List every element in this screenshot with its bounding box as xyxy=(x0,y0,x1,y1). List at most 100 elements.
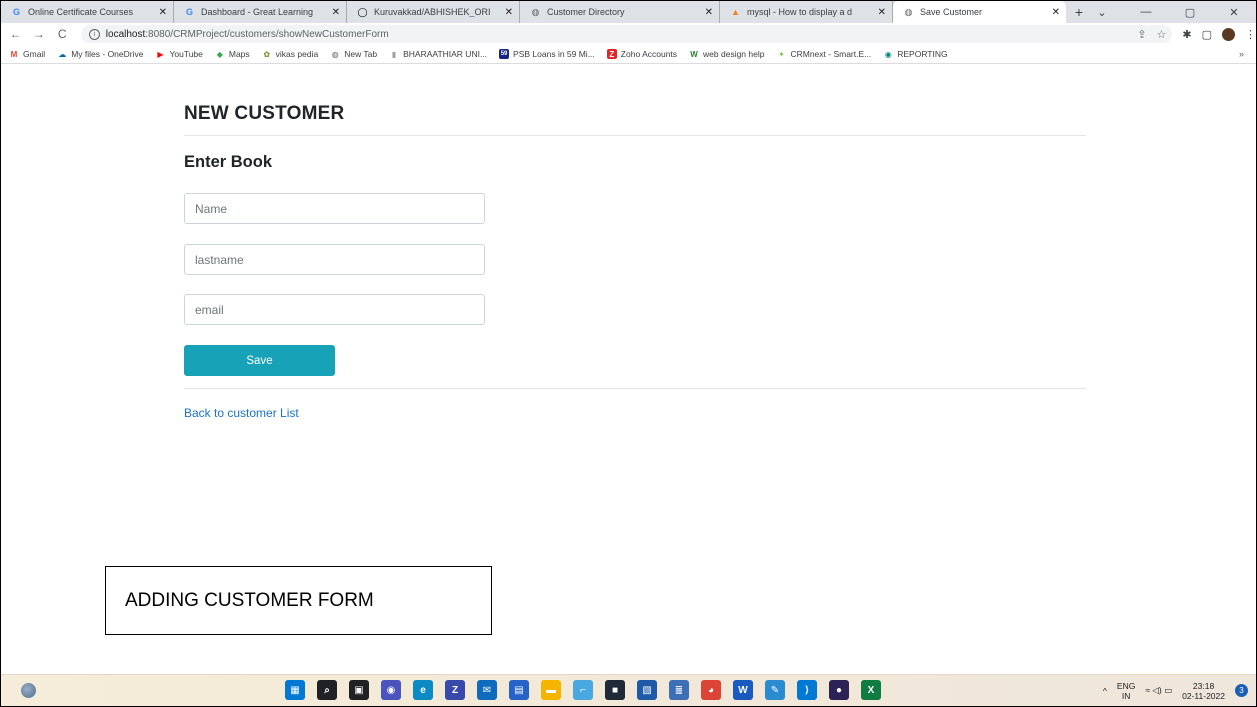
tab-title: mysql - How to display a d xyxy=(747,7,853,17)
tray-chevron-icon[interactable]: ^ xyxy=(1103,686,1107,696)
close-icon[interactable]: ✕ xyxy=(1052,7,1060,18)
tab-title: Online Certificate Courses xyxy=(28,7,134,17)
share-icon[interactable]: ⇪ xyxy=(1137,28,1146,41)
weather-widget-icon[interactable] xyxy=(21,683,36,698)
tab-title: Customer Directory xyxy=(547,7,625,17)
close-icon[interactable]: ✕ xyxy=(878,7,886,18)
tab-title: Save Customer xyxy=(920,7,983,17)
language-indicator[interactable]: ENG IN xyxy=(1117,681,1135,701)
email-input[interactable] xyxy=(184,294,485,325)
store-icon[interactable]: ▤ xyxy=(509,680,529,700)
bookmark-label: BHARAATHIAR UNI... xyxy=(403,49,488,59)
profile-avatar[interactable] xyxy=(1222,27,1236,41)
bookmark-bharaathiar[interactable]: ▮ BHARAATHIAR UNI... xyxy=(389,49,487,59)
tab-github-repo[interactable]: ◯ Kuruvakkad/ABHISHEK_ORI ✕ xyxy=(347,1,520,23)
bookmark-reporting[interactable]: ◉ REPORTING xyxy=(883,49,948,59)
bookmark-psb-loans[interactable]: 59 PSB Loans in 59 Mi... xyxy=(499,49,595,59)
chat-icon[interactable]: ◉ xyxy=(381,680,401,700)
start-icon[interactable]: ▦ xyxy=(285,680,305,700)
clock[interactable]: 23:18 02-11-2022 xyxy=(1182,681,1225,701)
bookmark-maps[interactable]: ◆ Maps xyxy=(215,49,250,59)
page-content: NEW CUSTOMER Enter Book Save Back to cus… xyxy=(1,65,1256,675)
tab-search-chevron-icon[interactable]: ⌄ xyxy=(1080,6,1124,19)
globe-icon: ◍ xyxy=(904,6,913,17)
side-panel-icon[interactable]: ▢ xyxy=(1202,28,1212,41)
tab-save-customer[interactable]: ◍ Save Customer ✕ xyxy=(893,1,1066,23)
google-icon: G xyxy=(12,7,20,17)
tab-mysql-stackoverflow[interactable]: ▲ mysql - How to display a d ✕ xyxy=(720,1,893,23)
word-icon[interactable]: W xyxy=(733,680,753,700)
bookmark-label: Zoho Accounts xyxy=(620,49,678,59)
window-controls: ⌄ — ▢ ✕ xyxy=(1080,1,1256,23)
screenshot-frame: G Online Certificate Courses ✕ G Dashboa… xyxy=(0,0,1257,707)
notification-badge[interactable]: 3 xyxy=(1235,684,1248,697)
task-view-icon[interactable]: ▣ xyxy=(349,680,369,700)
window-close-button[interactable]: ✕ xyxy=(1212,6,1256,19)
restore-button[interactable]: ▢ xyxy=(1168,6,1212,19)
edge-icon[interactable]: e xyxy=(413,680,433,700)
close-icon[interactable]: ✕ xyxy=(332,7,340,18)
tab-customer-directory[interactable]: ◍ Customer Directory ✕ xyxy=(520,1,720,23)
eclipse-icon[interactable]: ● xyxy=(829,680,849,700)
bookmark-gmail[interactable]: M Gmail xyxy=(9,49,46,59)
reload-button[interactable]: C xyxy=(54,27,71,41)
bookmark-onedrive[interactable]: ☁ My files - OneDrive xyxy=(57,49,143,59)
bookmark-label: Gmail xyxy=(23,49,46,59)
bookmark-vikas-pedia[interactable]: ✿ vikas pedia xyxy=(262,49,319,59)
paint-icon[interactable]: ✎ xyxy=(765,680,785,700)
bookmarks-bar: M Gmail ☁ My files - OneDrive ▶ YouTube ◆ Ma… xyxy=(1,45,1256,64)
bookmark-star-icon[interactable]: ☆ xyxy=(1157,28,1167,41)
bookmark-zoho[interactable]: Z Zoho Accounts xyxy=(606,49,678,59)
address-bar[interactable]: i localhost:8080/CRMProject/customers/sh… xyxy=(80,25,1173,43)
youtube-icon: ▶ xyxy=(157,49,164,59)
close-icon[interactable]: ✕ xyxy=(505,7,513,18)
back-button[interactable]: ← xyxy=(7,27,24,41)
tab-great-learning-dashboard[interactable]: G Dashboard - Great Learning ✕ xyxy=(174,1,347,23)
url-host: localhost xyxy=(105,28,146,40)
first-name-input[interactable] xyxy=(184,193,485,224)
clock-time: 23:18 xyxy=(1192,680,1215,691)
excel-icon[interactable]: X xyxy=(861,680,881,700)
vscode-icon[interactable]: ⟩ xyxy=(797,680,817,700)
snip-icon[interactable]: ⌐ xyxy=(573,680,593,700)
bookmarks-overflow-button[interactable]: » xyxy=(1239,49,1244,59)
google-icon: G xyxy=(185,7,193,17)
wifi-volume-battery-icons[interactable]: ≈ ◁) ▭ xyxy=(1145,685,1172,696)
bookmark-label: REPORTING xyxy=(897,49,948,59)
bookmark-label: PSB Loans in 59 Mi... xyxy=(513,49,595,59)
taskbar-app-icons: ▦ ⌕ ▣ ◉ e Z ✉ ▤ ▬ ⌐ ■ ▧ ≣ ◕ W ✎ ⟩ ● X xyxy=(285,680,881,700)
mail-icon[interactable]: ✉ xyxy=(477,680,497,700)
globe-icon: ◍ xyxy=(531,6,540,17)
bookmark-label: vikas pedia xyxy=(275,49,319,59)
site-info-icon[interactable]: i xyxy=(88,28,100,40)
language-code: ENG xyxy=(1116,680,1136,691)
divider xyxy=(184,388,1086,389)
tab-title: Kuruvakkad/ABHISHEK_ORI xyxy=(374,7,491,17)
notepad-icon[interactable]: ≣ xyxy=(669,680,689,700)
bookmark-crmnext[interactable]: ✦ CRMnext - Smart.E... xyxy=(776,49,871,59)
last-name-input[interactable] xyxy=(184,244,485,275)
bookmark-new-tab[interactable]: ◍ New Tab xyxy=(330,49,377,59)
form-heading: Enter Book xyxy=(184,153,273,171)
search-icon[interactable]: ⌕ xyxy=(317,680,337,700)
minimize-button[interactable]: — xyxy=(1124,6,1168,18)
github-icon: ◯ xyxy=(357,6,368,17)
app-icon[interactable]: Z xyxy=(445,680,465,700)
bookmark-youtube[interactable]: ▶ YouTube xyxy=(155,49,202,59)
folder-icon[interactable]: ▬ xyxy=(541,680,561,700)
remote-icon[interactable]: ▧ xyxy=(637,680,657,700)
back-to-customer-list-link[interactable]: Back to customer List xyxy=(184,406,299,420)
page-title: NEW CUSTOMER xyxy=(184,103,345,124)
chrome-icon[interactable]: ◕ xyxy=(701,680,721,700)
extensions-icon[interactable]: ✱ xyxy=(1182,28,1191,41)
save-button[interactable]: Save xyxy=(184,345,335,376)
menu-kebab-icon[interactable]: ⋮ xyxy=(1245,28,1256,41)
forward-button[interactable]: → xyxy=(30,27,47,41)
clock-date: 02-11-2022 xyxy=(1182,690,1225,701)
bookmark-web-design-help[interactable]: Wweb design help xyxy=(689,49,764,59)
bookmark-label: web design help xyxy=(703,49,765,59)
tab-online-certificate-courses[interactable]: G Online Certificate Courses ✕ xyxy=(1,1,174,23)
sticky-icon[interactable]: ■ xyxy=(605,680,625,700)
close-icon[interactable]: ✕ xyxy=(705,7,713,18)
close-icon[interactable]: ✕ xyxy=(159,7,167,18)
